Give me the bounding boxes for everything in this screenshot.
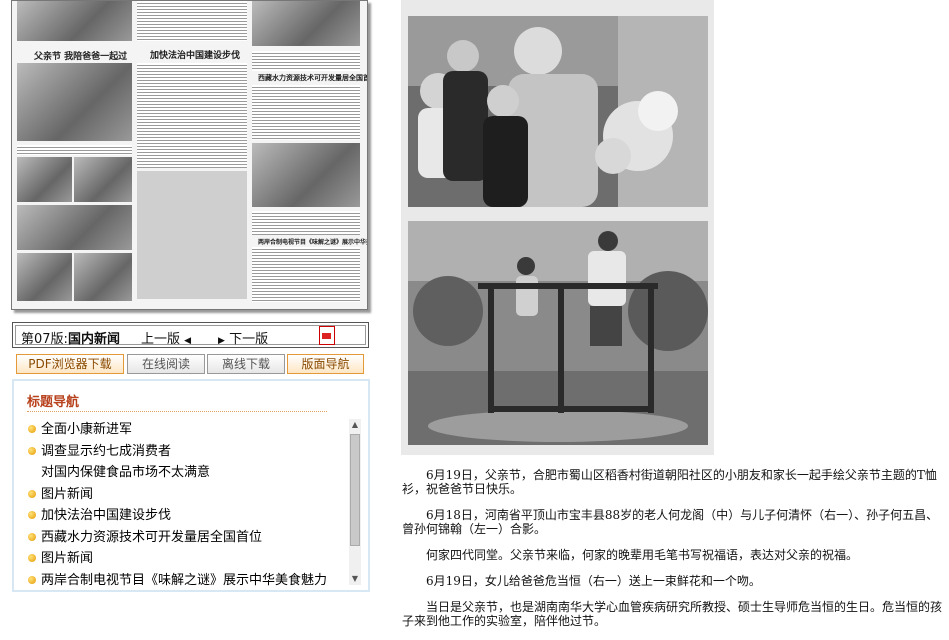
- paper-photo: [17, 205, 132, 250]
- paper-photo: [74, 157, 132, 202]
- paper-headline[interactable]: 西藏水力资源技术可开发量居全国首位: [258, 73, 367, 83]
- prev-page-link[interactable]: 上一版 ◀: [141, 328, 191, 347]
- offline-download-button[interactable]: 离线下载: [207, 354, 285, 374]
- orange-dot-icon: [28, 425, 36, 433]
- paper-text-block: [252, 51, 360, 71]
- paper-headline[interactable]: 加快法治中国建设步伐: [150, 48, 240, 61]
- article-paragraph: 6月18日，河南省平顶山市宝丰县88岁的老人何龙阁（中）与儿子何清怀（右一）、孙…: [402, 508, 939, 536]
- title-navigation-list[interactable]: 全面小康新进军 调查显示约七成消费者 对国内保健食品市场不太满意 图片新闻 加快法治中…: [24, 419, 349, 587]
- scroll-up-arrow-icon[interactable]: ▲: [349, 419, 361, 431]
- next-page-label: 下一版: [229, 332, 269, 347]
- title-navigation-panel: 标题导航 全面小康新进军调查显示约七成消费者 对国内保健食品市场不太满意图片新闻…: [12, 379, 370, 592]
- title-nav-item[interactable]: 两岸合制电视节目《味解之谜》展示中华美食魅力: [24, 570, 349, 588]
- paper-photo: [17, 157, 72, 202]
- pdf-download-button[interactable]: PDF浏览器下载: [16, 354, 124, 374]
- orange-dot-icon: [28, 575, 36, 584]
- title-nav-item-label: 加快法治中国建设步伐: [41, 508, 172, 523]
- title-nav-item-label: 两岸合制电视节目《味解之谜》展示中华美食魅力: [41, 572, 328, 588]
- title-navigation-heading: 标题导航: [27, 395, 80, 410]
- paper-text-block: [137, 63, 247, 168]
- scroll-thumb[interactable]: [350, 434, 360, 546]
- page-number-label: 第07版:: [21, 332, 68, 347]
- orange-dot-icon: [28, 446, 36, 455]
- pdf-icon[interactable]: [319, 326, 335, 345]
- father-playing-child-photo: [408, 221, 708, 445]
- title-nav-item-label: 图片新闻: [41, 486, 94, 502]
- orange-dot-icon: [28, 554, 36, 562]
- triangle-left-icon: ◀: [184, 336, 192, 346]
- article-paragraph: 6月19日，女儿给爸爸危当恒（右一）送上一束鲜花和一个吻。: [426, 574, 761, 588]
- article-paragraph: 6月19日，父亲节，合肥市蜀山区稻香村街道朝阳社区的小朋友和家长一起手绘父亲节主…: [402, 468, 937, 496]
- paper-text-block: [252, 85, 360, 140]
- paper-text-block: [17, 145, 132, 155]
- section-name-link[interactable]: 国内新闻: [68, 328, 120, 347]
- title-nav-item[interactable]: 调查显示约七成消费者 对国内保健食品市场不太满意: [24, 441, 349, 484]
- next-page-link[interactable]: ▶ 下一版: [218, 328, 268, 347]
- page-navigation-bar: 第07版: 国内新闻 上一版 ◀ ▶ 下一版: [12, 322, 369, 348]
- paper-infographic: [137, 171, 247, 299]
- paper-text-block: [252, 211, 360, 235]
- scroll-down-arrow-icon[interactable]: ▼: [349, 573, 361, 585]
- paper-photo: [74, 253, 132, 301]
- newspaper-page-thumbnail[interactable]: 父亲节 我陪爸爸一起过 加快法治中国建设步伐 西藏水力资源技术可开发量居全国首位…: [11, 0, 368, 310]
- paper-text-block: [252, 247, 360, 302]
- title-nav-item[interactable]: 图片新闻: [24, 484, 349, 506]
- paper-photo: [17, 63, 132, 141]
- title-nav-item[interactable]: 加快法治中国建设步伐: [24, 505, 349, 527]
- title-nav-item[interactable]: 图片新闻: [24, 548, 349, 570]
- orange-dot-icon: [28, 511, 36, 519]
- prev-page-label: 上一版: [141, 332, 181, 347]
- father-day-family-photo: [408, 16, 708, 207]
- triangle-right-icon: ▶: [218, 336, 225, 346]
- title-nav-item-label: 调查显示约七成消费者 对国内保健食品市场不太满意: [41, 443, 211, 481]
- paper-photo: [252, 143, 360, 207]
- article-paragraph: 何家四代同堂。父亲节来临，何家的晚辈用毛笔书写祝福语，表达对父亲的祝福。: [426, 548, 859, 562]
- paper-text-block: [137, 1, 247, 41]
- online-read-button[interactable]: 在线阅读: [127, 354, 205, 374]
- orange-dot-icon: [28, 489, 36, 498]
- title-nav-item-label: 全面小康新进军: [41, 422, 133, 437]
- heading-divider: [27, 411, 327, 412]
- page-nav-button[interactable]: 版面导航: [287, 354, 364, 374]
- title-nav-item[interactable]: 全面小康新进军: [24, 419, 349, 441]
- article-body: 6月19日，父亲节，合肥市蜀山区稻香村街道朝阳社区的小朋友和家长一起手绘父亲节主…: [402, 468, 947, 640]
- paper-headline[interactable]: 两岸合制电视节目《味解之谜》展示中华美食魅力: [258, 237, 367, 246]
- title-nav-item[interactable]: 西藏水力资源技术可开发量居全国首位: [24, 527, 349, 549]
- article-paragraph: 当日是父亲节，也是湖南南华大学心血管疾病研究所教授、硕士生导师危当恒的生日。危当…: [402, 600, 943, 628]
- orange-dot-icon: [28, 532, 36, 541]
- nav-scrollbar[interactable]: ▲ ▼: [349, 419, 361, 585]
- paper-photo: [17, 253, 72, 301]
- paper-photo: [17, 1, 132, 41]
- paper-photo: [252, 1, 360, 46]
- title-nav-item-label: 图片新闻: [41, 551, 94, 566]
- title-nav-item-label: 西藏水力资源技术可开发量居全国首位: [41, 529, 263, 545]
- paper-headline[interactable]: 父亲节 我陪爸爸一起过: [34, 49, 127, 62]
